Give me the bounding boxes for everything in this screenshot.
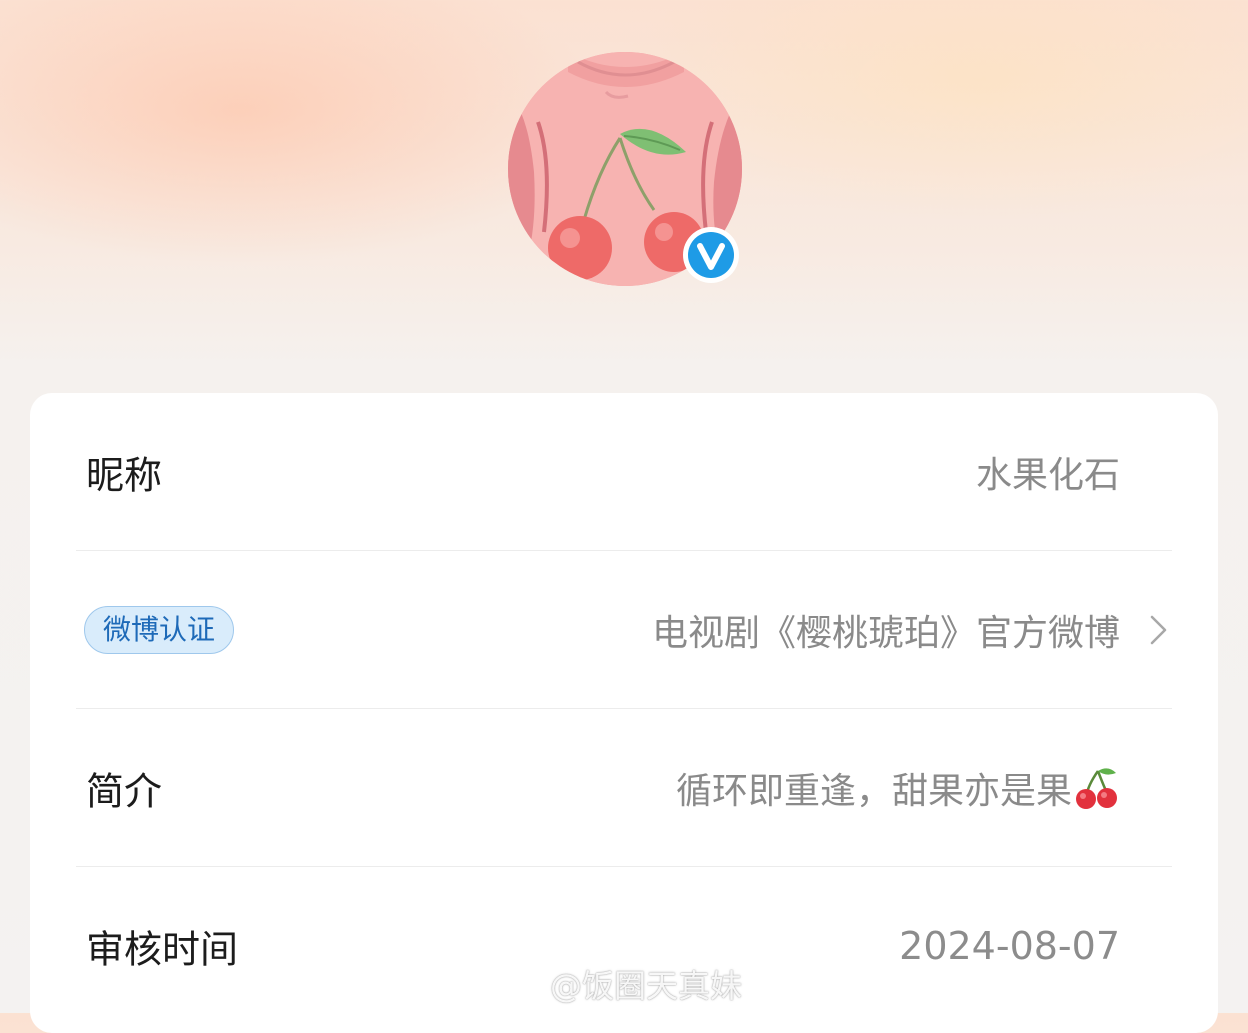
chevron-right-icon[interactable] [1146, 613, 1170, 647]
nickname-value: 水果化石 [975, 454, 1120, 496]
verified-v-icon [683, 227, 739, 283]
bio-value-wrap: 循环即重逢，甜果亦是果 [676, 762, 1120, 814]
weibo-logo-icon [500, 970, 542, 1002]
certification-row[interactable]: 微博认证 电视剧《樱桃琥珀》官方微博 [76, 551, 1172, 709]
watermark: @饭圈天真妹 [500, 962, 742, 1006]
profile-info-card: 昵称 水果化石 微博认证 电视剧《樱桃琥珀》官方微博 简介 循环即重逢，甜果亦是… [30, 393, 1218, 1033]
bio-row[interactable]: 简介 循环即重逢，甜果亦是果 [76, 709, 1172, 867]
nickname-label: 昵称 [86, 453, 163, 497]
nickname-row[interactable]: 昵称 水果化石 [76, 393, 1172, 551]
bio-value: 循环即重逢，甜果亦是果 [675, 770, 1072, 812]
weibo-certification-badge: 微博认证 [84, 605, 235, 654]
review-time-label: 审核时间 [86, 927, 239, 971]
cherry-emoji-icon [1076, 767, 1117, 809]
review-time-value: 2024-08-07 [899, 923, 1120, 968]
avatar[interactable] [508, 52, 742, 286]
bio-label: 简介 [86, 769, 163, 813]
certification-value: 电视剧《樱桃琥珀》官方微博 [651, 612, 1120, 654]
watermark-text: @饭圈天真妹 [550, 967, 743, 1005]
